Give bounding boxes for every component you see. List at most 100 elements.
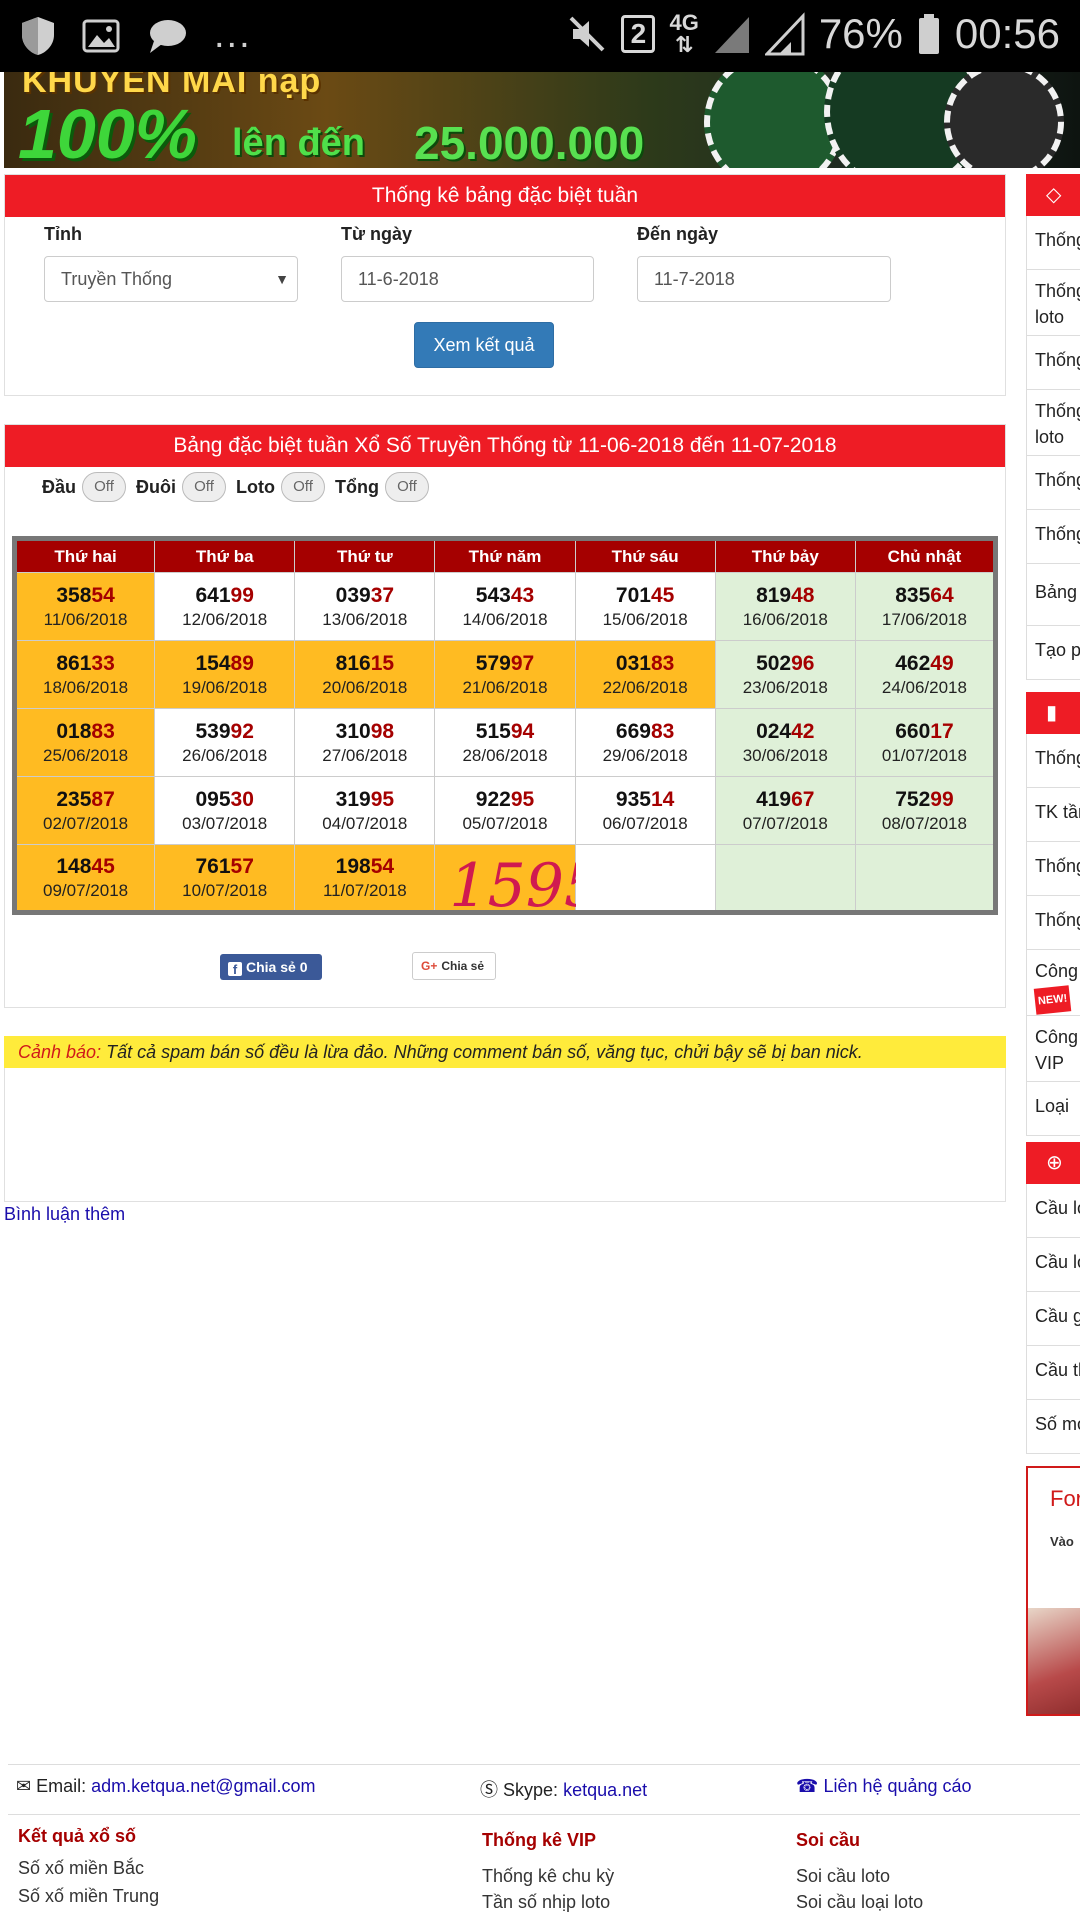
result-cell [854,844,997,913]
sidebar-item[interactable]: Thống loto [1027,270,1080,336]
results-table: Thứ hai Thứ ba Thứ tư Thứ năm Thứ sáu Th… [12,536,998,921]
result-cell: 66983 29/06/2018 [574,708,716,777]
sidebar-item[interactable]: Số mơ [1027,1400,1080,1454]
sidebar-item[interactable]: Thống [1027,734,1080,788]
sidebar-item[interactable]: Cầu lo [1027,1238,1080,1292]
result-number: 81615 [295,651,434,677]
facebook-icon: f [228,962,242,977]
toggle-loto[interactable]: Off [281,472,325,502]
result-date: 28/06/2018 [462,745,548,765]
result-number-head: 835 [895,583,931,607]
sidebar-promo[interactable]: For Vào [1026,1466,1080,1716]
google-share-button[interactable]: G+ Chia sẻ [412,952,496,980]
facebook-share-button[interactable]: f Chia sẻ 0 [220,954,322,980]
result-number-head: 539 [195,719,231,743]
sidebar-item-new[interactable]: Công NEW! [1027,950,1080,1016]
result-number-head: 310 [335,719,371,743]
to-date-label: Đến ngày [637,224,719,244]
result-date: 30/06/2018 [742,745,828,765]
footer-skype: Ⓢ Skype: ketqua.net [480,1776,647,1802]
sidebar-item[interactable]: Công VIP [1027,1016,1080,1082]
result-date: 29/06/2018 [602,745,688,765]
result-number-head: 018 [56,719,92,743]
email-link[interactable]: adm.ketqua.net@gmail.com [91,1776,315,1796]
from-date-input[interactable]: 11-6-2018 [341,256,594,302]
view-results-button[interactable]: Xem kết quả [414,322,554,368]
result-number-head: 419 [756,787,792,811]
mute-icon [570,16,605,52]
toggle-tong-label: Tổng [335,476,379,497]
footer-link[interactable]: Số xố miền Bắc [18,1858,144,1879]
result-number-head: 235 [56,787,92,811]
google-share-label: Chia sẻ [441,959,485,973]
result-date: 02/07/2018 [43,813,129,833]
toggle-tong[interactable]: Off [384,472,429,502]
sidebar-item[interactable]: Thống [1027,510,1080,564]
result-number-tail: 15 [370,651,395,675]
sidebar-item[interactable]: Thống [1027,216,1080,270]
result-number-head: 148 [56,854,92,878]
result-number-tail: 67 [791,787,815,811]
sidebar-item[interactable]: Thống [1027,896,1080,950]
table-row: 23587 02/07/2018 09530 03/07/2018 31995 04/07… [13,776,997,845]
result-number-tail: 48 [791,583,815,607]
sidebar-item[interactable]: Thống loto [1027,390,1080,456]
result-number: 51594 [435,719,574,745]
more-comments-link[interactable]: Bình luận thêm [4,1204,125,1225]
footer-divider [8,1764,1080,1765]
province-value: Truyền Thống [61,269,173,289]
sidebar-item[interactable]: Cầu g [1027,1292,1080,1346]
toggle-dau[interactable]: Off [82,472,127,502]
province-select[interactable]: Truyền Thống ▼ [44,256,298,302]
toggle-loto-label: Loto [236,476,275,497]
footer-link[interactable]: Tần số nhịp loto [482,1892,610,1913]
battery-icon [918,14,939,54]
sidebar-item[interactable]: Thống [1027,456,1080,510]
result-number-tail: 89 [230,651,254,675]
result-number-tail: 98 [370,719,395,743]
promo-banner[interactable]: KHUYẾN MÃI nạp 100% lên đến 25.000.000 [4,72,1080,168]
ads-contact-link[interactable]: Liên hệ quảng cáo [823,1776,971,1796]
results-panel-title: Bảng đặc biệt tuần Xổ Số Truyền Thống từ… [5,425,1005,467]
sidebar-item[interactable]: Bảng [1027,564,1080,626]
image-icon [82,19,120,52]
toggle-duoi[interactable]: Off [182,472,227,502]
result-number: 75299 [856,787,993,813]
result-number: 09530 [155,787,294,813]
result-number-tail: 30 [230,787,254,811]
clock: 00:56 [954,10,1060,57]
toggle-dau-label: Đầu [42,476,77,497]
battery-percent: 76% [818,10,903,57]
footer-link[interactable]: Soi cầu loto [796,1866,890,1887]
zoom-in-icon: ⊕ [1046,1152,1063,1174]
envelope-icon: ✉ [16,1776,32,1796]
result-number: 15489 [155,651,294,677]
network-label: 4G [669,10,699,35]
phone-icon: ☎ [796,1776,819,1796]
sidebar-item[interactable]: Thống [1027,842,1080,896]
footer-ads: ☎ Liên hệ quảng cáo [796,1776,972,1797]
sidebar-item[interactable]: TK tần [1027,788,1080,842]
sidebar-item[interactable]: Thống [1027,336,1080,390]
footer-link[interactable]: Soi cầu loại loto [796,1892,923,1913]
result-number: 57997 [435,651,574,677]
sidebar-item[interactable]: Cầu th [1027,1346,1080,1400]
comment-box[interactable] [4,1068,1006,1202]
footer-link[interactable]: Thống kê chu kỳ [482,1866,614,1887]
result-number-tail: 96 [791,651,815,675]
status-right: 2 4G ⇅ 76% 00:56 [567,10,1060,58]
skype-link[interactable]: ketqua.net [563,1780,647,1800]
result-number: 50296 [716,651,855,677]
to-date-input[interactable]: 11-7-2018 [637,256,891,302]
result-cell: 23587 02/07/2018 [13,776,156,845]
footer-link[interactable]: Số xố miền Trung [18,1886,159,1907]
result-cell: 93514 06/07/2018 [574,776,716,845]
result-number: 53992 [155,719,294,745]
sidebar-item[interactable]: Loại [1027,1082,1080,1136]
col-header-monday: Thứ hai [13,538,156,573]
from-date-label: Từ ngày [341,224,413,244]
sidebar-item[interactable]: Tạo p [1027,626,1080,680]
result-number-head: 819 [756,583,792,607]
sim-badge: 2 [621,15,656,53]
sidebar-item[interactable]: Cầu lo [1027,1184,1080,1238]
